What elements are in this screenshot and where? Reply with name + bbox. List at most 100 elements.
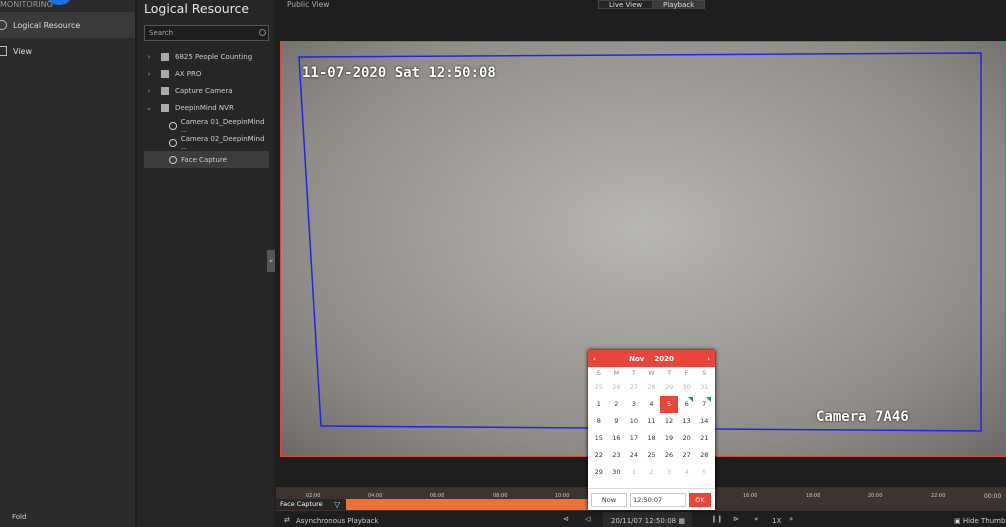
day-cell[interactable]: 30 [678,379,696,396]
async-playback-button[interactable]: Asynchronous Playback [296,517,379,525]
now-button[interactable]: Now [591,492,627,507]
nav-label: View [13,46,32,56]
prev-month-icon[interactable]: ‹ [593,355,596,363]
search-icon[interactable] [259,29,266,36]
view-select[interactable]: Public View [287,0,329,9]
day-cell[interactable]: 9 [608,413,626,430]
day-cell[interactable]: 14 [695,413,713,430]
chevron-right-icon[interactable]: › [144,53,154,61]
filter-icon[interactable]: ▽ [334,500,340,509]
tree-item-camera[interactable]: Camera 02_DeepinMind ... [144,134,269,151]
tree-item-camera[interactable]: Face Capture [144,151,269,168]
day-cell[interactable]: 2 [643,464,661,481]
tree-item[interactable]: ⌄ DeepinMind NVR [144,99,269,116]
weekday-label: W [648,369,655,377]
day-cell[interactable]: 17 [625,430,643,447]
tree-item[interactable]: › 6825 People Counting [144,48,269,65]
nav-item-logical-resource[interactable]: Logical Resource [0,12,135,38]
tab-live-view[interactable]: Live View [598,0,654,9]
day-cell[interactable]: 15 [590,430,608,447]
year-label[interactable]: 2020 [654,355,673,363]
building-icon [161,52,169,61]
fold-button[interactable]: Fold [12,513,26,521]
day-cell[interactable]: 25 [643,447,661,464]
day-cell[interactable]: 1 [590,396,608,413]
next-month-icon[interactable]: › [707,355,710,363]
day-cell[interactable]: 3 [625,396,643,413]
day-cell[interactable]: 5 [695,464,713,481]
resource-panel: Logical Resource Search › 6825 People Cou… [137,0,275,527]
fast-icon[interactable]: » [789,515,793,523]
day-cell[interactable]: 13 [678,413,696,430]
day-cell[interactable]: 24 [625,447,643,464]
prev-frame-icon[interactable]: ⊲ [563,515,569,523]
day-cell[interactable]: 22 [590,447,608,464]
hide-thumbnail-button[interactable]: ▣ Hide Thumb [954,517,1005,525]
day-cell[interactable]: 8 [590,413,608,430]
day-cell[interactable]: 28 [695,447,713,464]
day-cell[interactable]: 4 [643,396,661,413]
day-cell[interactable]: 10 [625,413,643,430]
tick-label: 16:00 [743,493,758,499]
tab-playback[interactable]: Playback [652,0,706,9]
ok-button[interactable]: OK [689,492,711,507]
datetime-field[interactable]: 20/11/07 12:50:08 ▦ [603,512,692,527]
day-cell[interactable]: 21 [695,430,713,447]
day-cell[interactable]: 23 [608,447,626,464]
chevron-right-icon[interactable]: › [144,87,154,95]
day-cell[interactable]: 7 [695,396,713,413]
day-cell[interactable]: 27 [625,379,643,396]
day-cell[interactable]: 28 [643,379,661,396]
reverse-icon[interactable]: ◁ [585,515,590,523]
day-cell[interactable]: 30 [608,464,626,481]
day-cell[interactable]: 1 [625,464,643,481]
day-cell[interactable]: 31 [695,379,713,396]
day-cell[interactable]: 26 [660,447,678,464]
day-cell[interactable]: 3 [660,464,678,481]
slow-icon[interactable]: « [754,515,758,523]
calendar-grid: S M T W T F S 25 26 27 28 29 30 31 1 2 3 4 5 6 7 8 9 10 11 12 13 14… [588,367,715,481]
day-cell[interactable]: 19 [660,430,678,447]
tree-item-camera[interactable]: Camera 01_DeepinMind ... [144,117,269,134]
chevron-down-icon[interactable]: ⌄ [144,104,154,112]
video-timestamp: 11-07-2020 Sat 12:50:08 [302,65,496,81]
tree-item[interactable]: › Capture Camera [144,82,269,99]
nav-label: Logical Resource [13,20,81,30]
datetime-value: 20/11/07 12:50:08 [611,517,677,525]
building-icon [161,103,169,112]
tree-item[interactable]: › AX PRO [144,65,269,82]
day-cell[interactable]: 27 [678,447,696,464]
search-input[interactable]: Search [144,25,269,41]
calendar-icon[interactable]: ▦ [678,517,685,525]
tree-label: Capture Camera [175,86,233,95]
top-bar: Public View Live View Playback [276,0,1006,10]
view-icon [0,46,7,56]
brand: MONITORING [0,0,53,9]
chevron-right-icon[interactable]: › [144,70,154,78]
day-cell[interactable]: 18 [643,430,661,447]
day-cell[interactable]: 4 [678,464,696,481]
speed-label: 1X [772,517,782,525]
day-cell[interactable]: 20 [678,430,696,447]
date-picker: ‹ Nov 2020 › S M T W T F S 25 26 27 28 29 30 31 1 2 3 4 5 6… [588,350,715,510]
left-nav: MONITORING Logical Resource View Fold [0,0,135,527]
weekday-label: T [631,369,636,377]
month-label[interactable]: Nov [629,355,644,363]
day-cell[interactable]: 26 [608,379,626,396]
next-frame-icon[interactable]: ⊳ [733,515,739,523]
day-cell[interactable]: 16 [608,430,626,447]
camera-icon [169,121,177,130]
day-cell[interactable]: 29 [590,464,608,481]
nav-item-view[interactable]: View [0,38,135,64]
day-cell-selected[interactable]: 5 [660,396,678,413]
day-cell[interactable]: 2 [608,396,626,413]
day-cell[interactable]: 12 [660,413,678,430]
day-cell[interactable]: 25 [590,379,608,396]
collapse-panel-button[interactable]: « [267,250,275,272]
pause-icon[interactable]: ❙❙ [711,515,723,523]
day-cell[interactable]: 6 [678,396,696,413]
day-cell[interactable]: 11 [643,413,661,430]
day-cell[interactable]: 29 [660,379,678,396]
recording-track[interactable] [346,499,591,510]
time-input[interactable]: 12:50:07 [630,492,686,507]
